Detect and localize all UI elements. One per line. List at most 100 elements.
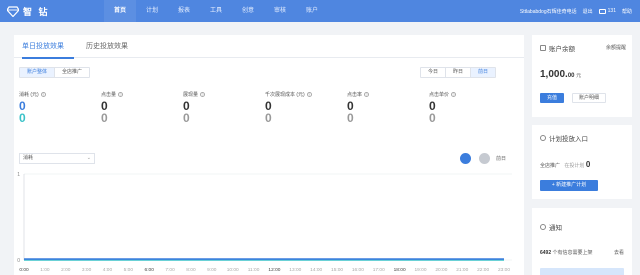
new-plan-button[interactable]: + 新建推广计划 [540, 180, 598, 191]
metric-ctr[interactable]: 点击率? 0 0 [347, 91, 425, 124]
help-icon[interactable]: ? [40, 92, 46, 97]
metric-label: 点击量 [101, 92, 117, 98]
x-tick-label: 1:00 [40, 267, 50, 273]
x-tick-label: 11:00 [248, 267, 260, 273]
nav-creative[interactable]: 创意 [232, 0, 264, 22]
balance-amount: 1,000.00 元 [540, 69, 581, 80]
x-tick-label: 0:00 [19, 267, 29, 273]
brand-name: 智 钻 [23, 6, 50, 17]
help-icon[interactable]: ? [118, 92, 124, 97]
plan-label: 全店推广 [540, 163, 561, 169]
x-tick-label: 5:00 [124, 267, 134, 273]
user-name[interactable]: Sttlababdog石辉佳奇电话 [520, 8, 577, 15]
x-tick-label: 14:00 [310, 267, 322, 273]
help-icon[interactable]: ? [364, 92, 370, 97]
metric-select-value: 消耗 [23, 155, 34, 161]
balance-title: 账户余额 [540, 43, 575, 53]
metric-compare-value: 0 [101, 111, 108, 125]
metric-label: 千次展现成本 (元) [265, 92, 305, 98]
help-icon[interactable]: ? [200, 92, 206, 97]
notice-item[interactable]: 6492 个有信息需要上架 [540, 249, 593, 256]
plan-stat: 全店推广 在投计划 0 [540, 160, 590, 169]
x-tick-label: 18:00 [394, 267, 406, 273]
notice-action-bar[interactable] [540, 268, 624, 275]
metric-clicks[interactable]: 点击量? 0 0 [101, 91, 179, 124]
metric-select[interactable]: 消耗 ⌄ [19, 153, 95, 164]
x-tick-label: 7:00 [165, 267, 175, 273]
tab-daily-performance[interactable]: 单日投放效果 [22, 41, 64, 51]
metric-value: 0 [429, 99, 436, 113]
compare-label: 前日 [496, 156, 507, 162]
plan-title: 计划投放入口 [540, 133, 588, 143]
balance-unit: 元 [576, 73, 582, 79]
nav-tools[interactable]: 工具 [200, 0, 232, 22]
x-tick-label: 19:00 [415, 267, 427, 273]
help-link[interactable]: 帮助 [622, 8, 632, 15]
diamond-icon [7, 5, 19, 17]
metric-value: 0 [183, 99, 190, 113]
metric-cpm[interactable]: 千次展现成本 (元)? 0 0 [265, 91, 343, 124]
x-tick-label: 21:00 [456, 267, 468, 273]
balance-reminder-link[interactable]: 余额提醒 [606, 44, 626, 51]
period-yesterday[interactable]: 昨日 [445, 68, 470, 77]
active-tab-indicator [22, 57, 74, 59]
period-today[interactable]: 今日 [421, 68, 445, 77]
metric-compare-value: 0 [265, 111, 272, 125]
scope-full-store[interactable]: 全店推广 [54, 68, 89, 77]
nav-account[interactable]: 账户 [296, 0, 328, 22]
metric-label: 消耗 (元) [19, 92, 39, 98]
account-detail-button[interactable]: 账户明细 [572, 93, 606, 103]
x-tick-label: 6:00 [145, 267, 155, 273]
plan-title-text: 计划投放入口 [549, 136, 588, 143]
balance-title-text: 账户余额 [549, 46, 575, 53]
metric-cpc[interactable]: 点击单价? 0 0 [429, 91, 507, 124]
x-tick-label: 23:00 [498, 267, 510, 273]
x-tick-label: 13:00 [289, 267, 301, 273]
recharge-button[interactable]: 充值 [540, 93, 564, 103]
metric-value: 0 [101, 99, 108, 113]
metric-label: 展现量 [183, 92, 199, 98]
metrics-row: 消耗 (元)? 0 0 点击量? 0 0 展现量? 0 0 千次展现成本 (元)… [19, 91, 519, 124]
tab-history-performance[interactable]: 历史投放效果 [86, 41, 128, 51]
wallet-icon [540, 45, 546, 51]
mail-button[interactable]: 131 [598, 8, 616, 14]
metric-cost[interactable]: 消耗 (元)? 0 0 [19, 91, 97, 124]
clock-icon [540, 135, 546, 141]
brand-logo[interactable]: 智 钻 [7, 4, 50, 18]
x-tick-label: 10:00 [227, 267, 239, 273]
compare-toggle-prev[interactable] [479, 153, 490, 164]
nav-review[interactable]: 审核 [264, 0, 296, 22]
metric-label: 点击单价 [429, 92, 450, 98]
x-tick-label: 2:00 [61, 267, 71, 273]
notice-title-text: 通知 [549, 225, 562, 232]
hourly-chart: 1 0 0:00 1:00 2:00 3:00 4:00 5:00 6:00 7:00 8:00 9:… [17, 172, 512, 273]
x-tick-label: 16:00 [352, 267, 364, 273]
notice-view-link[interactable]: 去看 [614, 249, 624, 256]
plan-sub-label: 在投计划 [564, 163, 585, 169]
x-tick-label: 8:00 [186, 267, 196, 273]
logout-link[interactable]: 退出 [583, 8, 593, 15]
metric-label: 点击率 [347, 92, 363, 98]
metric-compare-value: 0 [183, 111, 190, 125]
balance-card: 账户余额 余额提醒 1,000.00 元 充值 账户明细 [532, 35, 632, 117]
x-tick-label: 12:00 [268, 267, 280, 273]
scope-account-overall[interactable]: 账户整体 [20, 68, 55, 77]
y-tick-label: 1 [17, 172, 20, 178]
scope-toggle: 账户整体 全店推广 [19, 67, 91, 78]
x-tick-label: 22:00 [477, 267, 489, 273]
metric-value: 0 [347, 99, 354, 113]
nav-plan[interactable]: 计划 [136, 0, 168, 22]
nav-report[interactable]: 报表 [168, 0, 200, 22]
balance-value: 1,000. [540, 69, 568, 80]
nav-home[interactable]: 首页 [104, 0, 136, 22]
bell-icon [540, 224, 546, 230]
chevron-down-icon: ⌄ [86, 155, 91, 161]
metric-impressions[interactable]: 展现量? 0 0 [183, 91, 261, 124]
help-icon[interactable]: ? [306, 92, 312, 97]
period-day-before[interactable]: 前日 [470, 68, 496, 77]
compare-toggle-today[interactable] [460, 153, 471, 164]
plan-entry-card: 计划投放入口 全店推广 在投计划 0 + 新建推广计划 [532, 125, 632, 199]
plan-count: 0 [585, 160, 591, 169]
metric-compare-value: 0 [429, 111, 436, 125]
help-icon[interactable]: ? [451, 92, 457, 97]
